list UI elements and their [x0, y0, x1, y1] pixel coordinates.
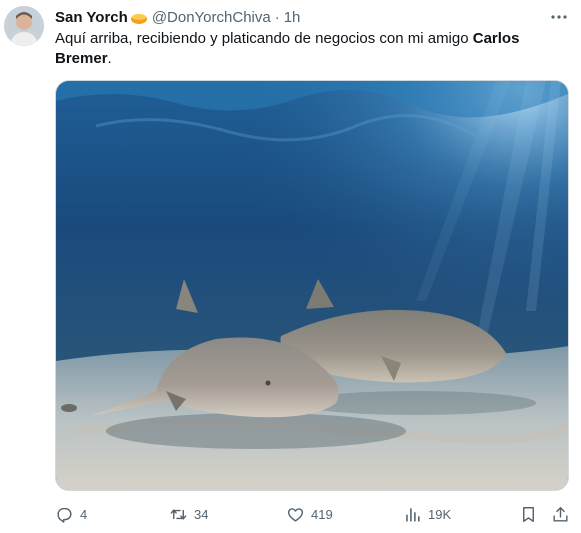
tweet-header: San Yorch @DonYorchChiva · 1h	[55, 7, 569, 27]
reply-button[interactable]: 4	[55, 502, 87, 526]
like-count: 419	[311, 506, 333, 522]
display-name[interactable]: San Yorch	[55, 9, 128, 26]
heart-icon	[287, 507, 304, 522]
retweet-arrows-icon	[170, 508, 187, 520]
tweet-card[interactable]: San Yorch @DonYorchChiva · 1h Aquí arrib…	[0, 0, 581, 533]
share-button[interactable]	[551, 502, 570, 526]
tweet-text: Aquí arriba, recibiendo y platicando de …	[55, 29, 555, 69]
reply-bubble-icon	[57, 507, 72, 523]
tweet-text-plain: Aquí arriba, recibiendo y platicando de …	[55, 30, 473, 47]
orange-emoji-icon	[130, 9, 148, 25]
bookmark-button[interactable]	[519, 502, 538, 526]
bookmark-icon	[523, 506, 534, 522]
timestamp[interactable]: 1h	[284, 9, 301, 26]
share-upload-icon	[553, 506, 568, 522]
views-count: 19K	[428, 506, 452, 522]
tweet-actions-bar: 4 34 419 19K	[55, 502, 569, 526]
more-dots-icon[interactable]	[549, 7, 569, 27]
like-button[interactable]: 419	[286, 502, 333, 526]
separator-dot: ·	[274, 8, 280, 26]
views-button[interactable]: 19K	[403, 502, 451, 526]
user-handle[interactable]: @DonYorchChiva	[152, 9, 271, 26]
tweet-text-end: .	[107, 50, 112, 67]
retweet-count: 34	[194, 506, 209, 522]
avatar[interactable]	[4, 6, 44, 46]
bar-chart-icon	[406, 507, 420, 522]
retweet-button[interactable]: 34	[169, 502, 208, 526]
tweet-media-image[interactable]	[55, 80, 569, 491]
reply-count: 4	[80, 506, 88, 522]
